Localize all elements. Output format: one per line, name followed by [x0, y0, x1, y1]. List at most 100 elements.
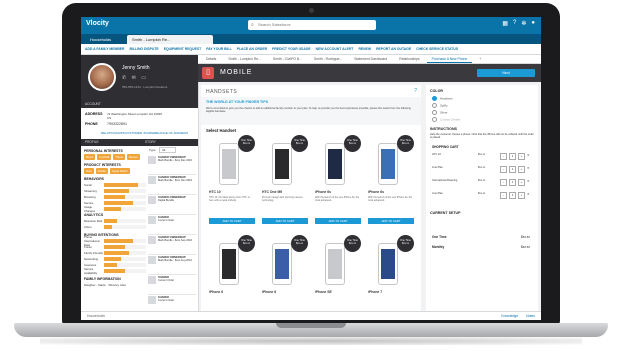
increment-button[interactable]: + [518, 192, 525, 199]
address-label: ADDRESS [85, 112, 103, 116]
tab-households[interactable]: Households [85, 35, 116, 44]
gear-icon[interactable]: ✻ [521, 20, 526, 27]
quantity-value[interactable]: 1 [509, 166, 516, 173]
profile-bar: PROFILE [81, 139, 141, 146]
chat-icon[interactable]: ▭ [141, 75, 148, 81]
add-to-cart-button[interactable]: ADD TO CART [209, 218, 255, 224]
sub-tab[interactable]: + [474, 55, 486, 63]
add-to-cart-button[interactable]: ADD TO CART [368, 218, 414, 224]
increment-button[interactable]: + [518, 153, 525, 160]
price-badge: One Time $xx.xx [291, 135, 308, 152]
bar-label: Streaming [84, 189, 97, 193]
action-button[interactable]: BILLING DISPUTE [130, 47, 159, 51]
apps-icon[interactable]: ▦ [502, 20, 508, 27]
decrement-button[interactable]: − [500, 192, 507, 199]
quantity-stepper: −1 + ✕ [500, 179, 529, 186]
story-type-select[interactable]: All [159, 147, 177, 153]
action-button[interactable]: NEW ACCOUNT ALERT [316, 47, 354, 51]
action-button[interactable]: ADD A FAMILY MEMBER [85, 47, 125, 51]
footer-link[interactable]: Notes [526, 314, 535, 318]
bar-fill [104, 207, 121, 211]
help-icon[interactable]: ? [414, 88, 417, 94]
story-item[interactable]: SHARED OWNERSHIP Digital Bundle [148, 195, 196, 215]
bar-track [104, 251, 146, 255]
sub-tab[interactable]: Smith - Rodrigue... [309, 55, 347, 63]
decrement-button[interactable]: − [500, 153, 507, 160]
story-item[interactable]: SHARED OWNERSHIP Mark Bundle - $xxx Dec 2… [148, 155, 196, 175]
story-item[interactable]: SHARED OWNERSHIP Mark Bundle - $xxx Aug 2… [148, 255, 196, 275]
story-item[interactable]: SHARED Current Order [148, 215, 196, 235]
action-button[interactable]: PLACE AN ORDER [237, 47, 267, 51]
link-relationships[interactable]: RELATIONSHIPS [101, 131, 125, 135]
link-change-address[interactable]: CHANGE OF ADDRESS [155, 131, 188, 135]
phone-name: iPhone 7 [368, 290, 383, 294]
bar-track [104, 195, 146, 199]
link-customer-journey[interactable]: CUSTOMER JOURNEY [125, 131, 157, 135]
story-item[interactable]: SHARED OWNERSHIP Mark Bundle - $xxx Sep 2… [148, 235, 196, 255]
bar-label: Churn [84, 225, 92, 229]
story-text: SHARED OWNERSHIP Mark Bundle - $xxx Aug 2… [158, 256, 192, 274]
bar-label: Travel [84, 245, 92, 249]
mobile-icon: ▯ [202, 67, 214, 79]
decrement-button[interactable]: − [500, 179, 507, 186]
delete-icon[interactable]: ✕ [527, 153, 529, 160]
contact-icons: ✆ ✉ ▭ [122, 75, 148, 81]
user-avatar-icon[interactable]: ● [531, 20, 535, 27]
sub-tab[interactable]: Statement Dashboard [349, 55, 392, 63]
story-text: SHARED OWNERSHIP Digital Bundle [158, 196, 186, 214]
interest-chip: Movies [126, 154, 140, 160]
main-area: Details Smith - Lumpkin Re... Smith - Civi… [198, 55, 541, 320]
delete-icon[interactable]: ✕ [527, 179, 529, 186]
phone-icon[interactable]: ✆ [122, 75, 128, 81]
quantity-value[interactable]: 1 [509, 153, 516, 160]
bar-track [104, 207, 146, 211]
color-option[interactable]: Spiffy [432, 103, 447, 108]
action-button[interactable]: EQUIPMENT REQUEST [164, 47, 202, 51]
phone-description: With the launch of the new iPhone 6s, th… [368, 196, 413, 202]
action-button[interactable]: PAY YOUR BILL [206, 47, 232, 51]
footer-link[interactable]: Knowledge [501, 314, 518, 318]
mail-icon[interactable]: ✉ [132, 75, 138, 81]
phone-name: iPhone 6 [209, 290, 224, 294]
increment-button[interactable]: + [518, 179, 525, 186]
bar-fill [104, 201, 134, 205]
sub-tab[interactable]: Relationships [394, 55, 424, 63]
phone-screen [222, 149, 236, 179]
delete-icon[interactable]: ✕ [527, 166, 529, 173]
color-option[interactable]: Contact Details [432, 117, 460, 122]
bar-track [104, 189, 146, 193]
sub-tab[interactable]: Purchase A New Phone [426, 55, 473, 63]
sub-tab[interactable]: Smith - CivilPO B... [268, 55, 307, 63]
next-button[interactable]: Next [477, 69, 535, 77]
decrement-button[interactable]: − [500, 166, 507, 173]
color-option[interactable]: Handsets [432, 96, 453, 101]
phone-card: One Time $xx.xxiPhone 6ADD TO CART [207, 235, 257, 320]
action-button[interactable]: CHECK SERVICE STATUS [416, 47, 458, 51]
behavior-bars: Social Streaming Browsing Service Usage Chan… [84, 182, 146, 213]
quantity-value[interactable]: 1 [509, 192, 516, 199]
quantity-value[interactable]: 1 [509, 179, 516, 186]
story-icon [148, 296, 156, 304]
family-heading: FAMILY INFORMATION [84, 277, 121, 281]
story-item[interactable]: SHARED Current Order [148, 275, 196, 295]
price-badge: One Time $xx.xx [291, 235, 308, 252]
laptop-notch [276, 323, 346, 328]
cart-heading: SHOPPING CART [432, 145, 459, 149]
story-desc: Digital Bundle [158, 199, 175, 203]
bar-label: Browsing [84, 195, 96, 199]
help-icon[interactable]: ? [513, 20, 516, 27]
bar-fill [104, 257, 121, 261]
sub-tab[interactable]: Details [201, 55, 221, 63]
increment-button[interactable]: + [518, 166, 525, 173]
add-to-cart-button[interactable]: ADD TO CART [315, 218, 361, 224]
action-button[interactable]: PREDICT YOUR USAGE [272, 47, 311, 51]
color-option[interactable]: Silver [432, 110, 448, 115]
search-input[interactable]: ⌕ Search Salesforce [248, 20, 376, 30]
tab-smith-lumpkin[interactable]: Smith - Lumpkin Re... [127, 35, 213, 44]
action-button[interactable]: RENEW [358, 47, 371, 51]
add-to-cart-button[interactable]: ADD TO CART [262, 218, 308, 224]
action-button[interactable]: REPORT AN OUTAGE [376, 47, 411, 51]
story-item[interactable]: SHARED OWNERSHIP Mark Bundle - $xxx Nov 2… [148, 175, 196, 195]
sub-tab[interactable]: Smith - Lumpkin Re... [223, 55, 266, 63]
delete-icon[interactable]: ✕ [527, 192, 529, 199]
